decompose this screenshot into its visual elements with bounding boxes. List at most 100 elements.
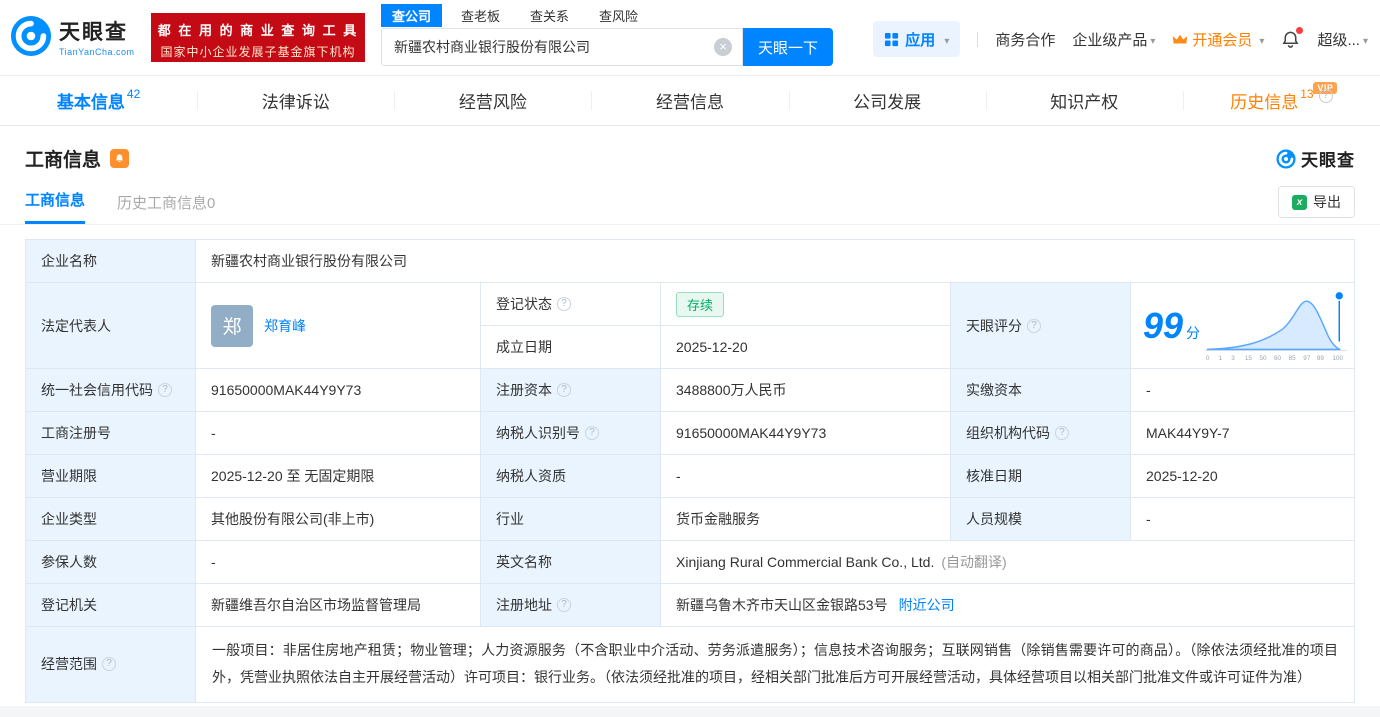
- tab-history-info[interactable]: VIP 历史信息 13: [1182, 76, 1380, 125]
- english-name-value: Xinjiang Rural Commercial Bank Co., Ltd.…: [676, 554, 1007, 570]
- business-scope-label: 经营范围: [26, 627, 196, 702]
- business-term-value: 2025-12-20 至 无固定期限: [196, 455, 481, 497]
- company-type-value: 其他股份有限公司(非上市): [196, 498, 481, 540]
- excel-icon: [1292, 194, 1307, 210]
- tianyancha-logo[interactable]: 天眼查 TianYanCha.com: [10, 15, 135, 57]
- search-tabs: 查公司 查老板 查关系 查风险: [381, 3, 833, 27]
- score-curve-chart: 0 1 3 15 50 60 85 97 99 100: [1204, 290, 1348, 362]
- reg-number-label: 工商注册号: [26, 412, 196, 454]
- taxpayer-qualification-value: -: [661, 455, 951, 497]
- reg-number-value: -: [196, 412, 481, 454]
- subscribe-bell-icon[interactable]: [110, 149, 130, 168]
- paid-capital-value: -: [1146, 382, 1151, 398]
- svg-text:1: 1: [1219, 355, 1223, 362]
- tab-legal-proceedings[interactable]: 法律诉讼: [197, 76, 394, 125]
- help-icon[interactable]: [557, 297, 571, 311]
- table-row: 工商注册号 - 纳税人识别号 91650000MAK44Y9Y73 组织机构代码…: [26, 412, 1354, 455]
- legal-rep-value: 郑 郑育峰: [196, 283, 481, 368]
- staff-size-label: 人员规模: [951, 498, 1131, 540]
- avatar[interactable]: 郑: [211, 304, 253, 347]
- company-nav-tabs: 基本信息 42 法律诉讼 经营风险 经营信息 公司发展 知识产权 VIP 历史信…: [0, 76, 1380, 126]
- svg-text:0: 0: [1206, 355, 1210, 362]
- org-code-label: 组织机构代码: [951, 412, 1131, 454]
- insured-count-value: -: [196, 541, 481, 583]
- chevron-down-icon: [941, 31, 949, 48]
- search-box: [381, 28, 743, 66]
- tab-count: 13: [1300, 86, 1314, 101]
- svg-text:50: 50: [1260, 355, 1268, 362]
- enterprise-products-link[interactable]: 企业级产品: [1072, 29, 1155, 50]
- search-input[interactable]: [382, 39, 714, 55]
- promo-line2: 国家中小企业发展子基金旗下机构: [160, 45, 356, 59]
- registered-address-value: 新疆乌鲁木齐市天山区金银路53号 附近公司: [676, 595, 955, 615]
- tab-business-info[interactable]: 经营信息: [591, 76, 788, 125]
- svg-text:100: 100: [1333, 355, 1344, 362]
- company-type-label: 企业类型: [26, 498, 196, 540]
- svg-text:85: 85: [1289, 355, 1297, 362]
- help-icon[interactable]: [557, 598, 571, 612]
- taxpayer-id-label: 纳税人识别号: [481, 412, 661, 454]
- tab-count: 42: [126, 86, 141, 101]
- help-icon[interactable]: [557, 383, 571, 397]
- nearby-companies-link[interactable]: 附近公司: [899, 595, 955, 615]
- reg-capital-value: 3488800万人民币: [661, 369, 951, 411]
- search-tab-company[interactable]: 查公司: [381, 3, 443, 27]
- auto-translate-note: (自动翻译): [941, 554, 1007, 570]
- help-icon[interactable]: [1027, 318, 1041, 333]
- help-icon[interactable]: [102, 657, 116, 672]
- footer-strip: [0, 705, 1380, 717]
- apps-button[interactable]: 应用: [873, 21, 961, 57]
- reg-capital-label: 注册资本: [481, 369, 661, 411]
- export-button[interactable]: 导出: [1278, 186, 1355, 218]
- brand-name: 天眼查: [59, 20, 128, 44]
- search-tab-relation[interactable]: 查关系: [519, 4, 580, 27]
- company-name-value: 新疆农村商业银行股份有限公司: [211, 253, 407, 269]
- industry-value: 货币金融服务: [661, 498, 951, 540]
- table-row: 参保人数 - 英文名称 Xinjiang Rural Commercial Ba…: [26, 541, 1354, 584]
- tab-company-development[interactable]: 公司发展: [788, 76, 986, 125]
- svg-text:3: 3: [1231, 355, 1235, 362]
- business-info-table: 企业名称 新疆农村商业银行股份有限公司 法定代表人 郑 郑育峰 登记状态 存续 …: [25, 239, 1355, 703]
- score-number: 99: [1143, 304, 1184, 346]
- chevron-down-icon: [1360, 31, 1368, 48]
- business-cooperation-link[interactable]: 商务合作: [995, 29, 1055, 50]
- tab-business-risk[interactable]: 经营风险: [394, 76, 591, 125]
- promo-line1: 都 在 用 的 商 业 查 询 工 具: [157, 23, 359, 38]
- table-row: 企业类型 其他股份有限公司(非上市) 行业 货币金融服务 人员规模 -: [26, 498, 1354, 541]
- crown-icon: [1173, 34, 1188, 43]
- table-row: 登记机关 新疆维吾尔自治区市场监督管理局 注册地址 新疆乌鲁木齐市天山区金银路5…: [26, 584, 1354, 627]
- help-icon[interactable]: [1318, 88, 1333, 103]
- help-icon[interactable]: [158, 383, 172, 397]
- score-label: 天眼评分: [951, 283, 1131, 368]
- tab-basic-info[interactable]: 基本信息 42: [0, 76, 197, 125]
- table-row: 经营范围 一般项目：非居住房地产租赁；物业管理；人力资源服务（不含职业中介活动、…: [26, 627, 1354, 702]
- section-header: 工商信息 天眼查: [0, 126, 1380, 181]
- vip-upgrade-link[interactable]: 开通会员: [1172, 29, 1264, 50]
- notification-bell-icon[interactable]: [1281, 26, 1304, 49]
- tianyancha-logo-icon: [1276, 148, 1296, 169]
- legal-rep-link[interactable]: 郑育峰: [264, 316, 306, 336]
- clear-search-icon[interactable]: [714, 38, 732, 56]
- taxpayer-id-value: 91650000MAK44Y9Y73: [661, 412, 951, 454]
- search-button[interactable]: 天眼一下: [743, 28, 833, 66]
- search-tab-boss[interactable]: 查老板: [450, 4, 511, 27]
- account-menu[interactable]: 超级...: [1317, 29, 1368, 50]
- tianyancha-logo-icon: [10, 15, 52, 57]
- grid-icon: [885, 32, 899, 46]
- subtab-business-info[interactable]: 工商信息: [25, 181, 86, 224]
- chevron-down-icon: [1147, 31, 1155, 48]
- score-unit: 分: [1186, 324, 1201, 341]
- approval-date-value: 2025-12-20: [1146, 468, 1218, 484]
- help-icon[interactable]: [585, 426, 599, 440]
- search-tab-risk[interactable]: 查风险: [588, 4, 649, 27]
- credit-code-value: 91650000MAK44Y9Y73: [196, 369, 481, 411]
- staff-size-value: -: [1146, 511, 1151, 527]
- reg-status-label: 登记状态: [481, 283, 661, 325]
- table-row: 法定代表人 郑 郑育峰 登记状态 存续 成立日期 2025-12-20: [26, 283, 1354, 369]
- subtab-history-business-info[interactable]: 历史工商信息0: [117, 184, 215, 224]
- brand-domain: TianYanCha.com: [59, 46, 135, 57]
- tab-intellectual-property[interactable]: 知识产权: [985, 76, 1183, 125]
- chevron-down-icon: [1256, 31, 1264, 48]
- industry-label: 行业: [481, 498, 661, 540]
- help-icon[interactable]: [1055, 426, 1069, 440]
